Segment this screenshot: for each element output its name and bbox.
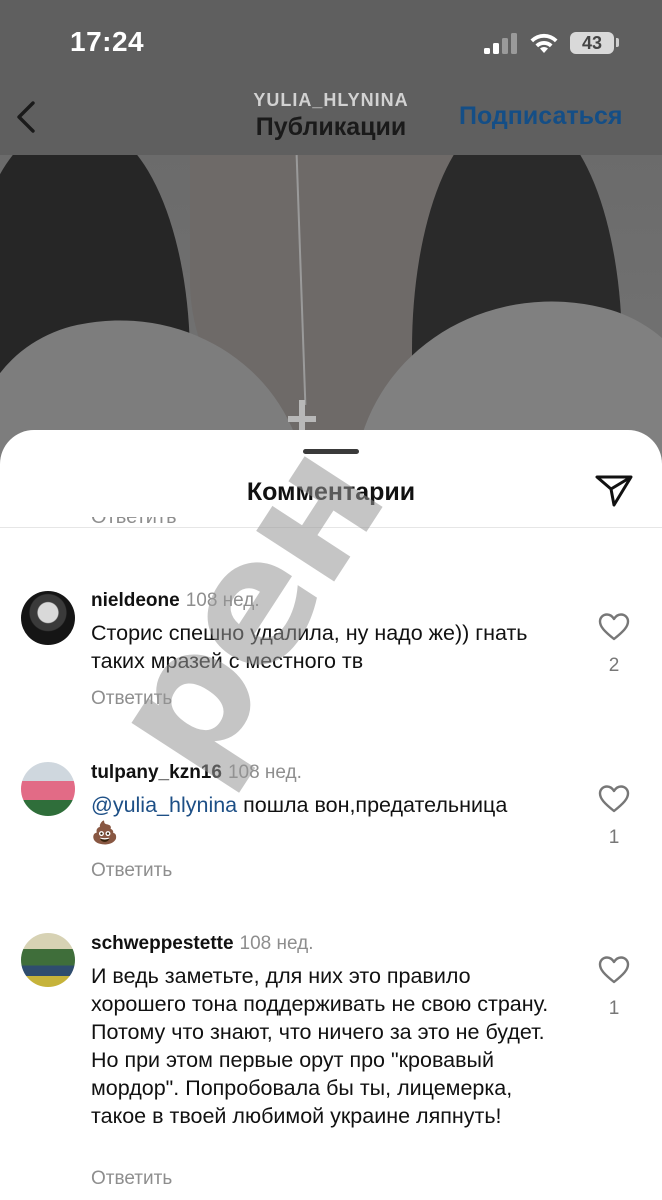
like-count: 1 [608,827,620,848]
reply-button-partial[interactable]: Ответить [91,517,177,531]
comment-meta: tulpany_kzn16 108 нед. [91,762,302,784]
avatar[interactable] [21,933,75,987]
sheet-title: Комментарии [246,478,416,506]
comment-username[interactable]: nieldeone [91,590,180,611]
avatar[interactable] [21,762,75,816]
mention-link[interactable]: @yulia_hlynina [91,793,237,817]
like-count: 2 [608,655,620,676]
comment-meta: schweppestette 108 нед. [91,933,314,955]
comment-time: 108 нед. [185,590,260,611]
poop-emoji-icon: 💩 [91,820,119,845]
battery-tip [616,38,619,47]
comment-text: Сторис спешно удалила, ну надо же)) гнат… [91,621,528,673]
follow-button[interactable]: Подписаться [459,102,622,131]
like-count: 1 [608,998,620,1019]
heart-icon[interactable] [598,784,630,814]
comment-username[interactable]: tulpany_kzn16 [91,762,222,783]
comment-username[interactable]: schweppestette [91,933,234,954]
sheet-divider [0,527,662,528]
reply-button[interactable]: Ответить [91,1168,172,1190]
reply-button[interactable]: Ответить [91,860,172,882]
battery-indicator: 43 [570,32,614,54]
comments-sheet: Комментарии Ответить nieldeone 108 нед. С… [0,430,662,1200]
status-time: 17:24 [70,26,145,57]
sheet-drag-handle[interactable] [303,449,359,454]
avatar[interactable] [21,591,75,645]
heart-icon[interactable] [598,612,630,642]
comment-time: 108 нед. [239,933,314,954]
reply-button[interactable]: Ответить [91,688,172,710]
comment-meta: nieldeone 108 нед. [91,590,260,612]
heart-icon[interactable] [598,955,630,985]
comment-text: И ведь заметьте, для них это правило хор… [91,964,549,1128]
share-icon[interactable] [594,472,634,508]
cellular-signal-icon [484,32,520,54]
comment-text-body: пошла вон,предательница [237,793,508,817]
wifi-icon [530,33,558,53]
comment-text: @yulia_hlynina пошла вон,предательница 💩 [91,791,571,847]
comment-time: 108 нед. [227,762,302,783]
